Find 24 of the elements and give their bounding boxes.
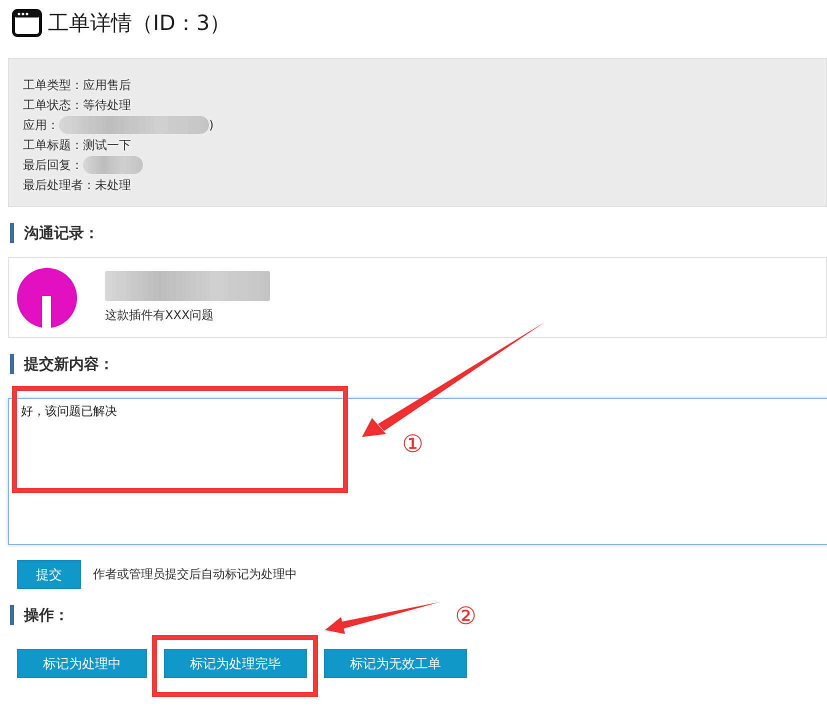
info-value: 测试一下: [83, 136, 131, 154]
action-button[interactable]: 标记为处理完毕: [164, 649, 307, 678]
info-label: 工单标题：: [23, 136, 83, 154]
avatar-icon: [17, 268, 77, 328]
info-label: 最后处理者：: [23, 176, 95, 194]
submit-hint: 作者或管理员提交后自动标记为处理中: [93, 566, 297, 583]
info-value: 应用售后: [83, 76, 131, 94]
info-label: 最后回复：: [23, 156, 83, 174]
info-label: 工单类型：: [23, 76, 83, 94]
info-value: 未处理: [95, 176, 131, 194]
annotation-number: ②: [455, 602, 477, 630]
info-label: 工单状态：: [23, 96, 83, 114]
redaction-blur: [83, 156, 143, 174]
section-heading: 沟通记录：: [10, 223, 827, 243]
info-value: 等待处理: [83, 96, 131, 114]
action-button[interactable]: 标记为处理中: [17, 649, 147, 678]
info-label: 应用：: [23, 116, 59, 134]
submit-button[interactable]: 提交: [17, 560, 81, 589]
info-value: ): [209, 118, 214, 132]
page-title: 工单详情（ID：3）: [48, 10, 231, 37]
window-icon: [12, 9, 42, 37]
message-text: 这款插件有XXX问题: [105, 307, 215, 324]
annotation-number: ①: [402, 430, 424, 458]
action-button[interactable]: 标记为无效工单: [324, 649, 467, 678]
